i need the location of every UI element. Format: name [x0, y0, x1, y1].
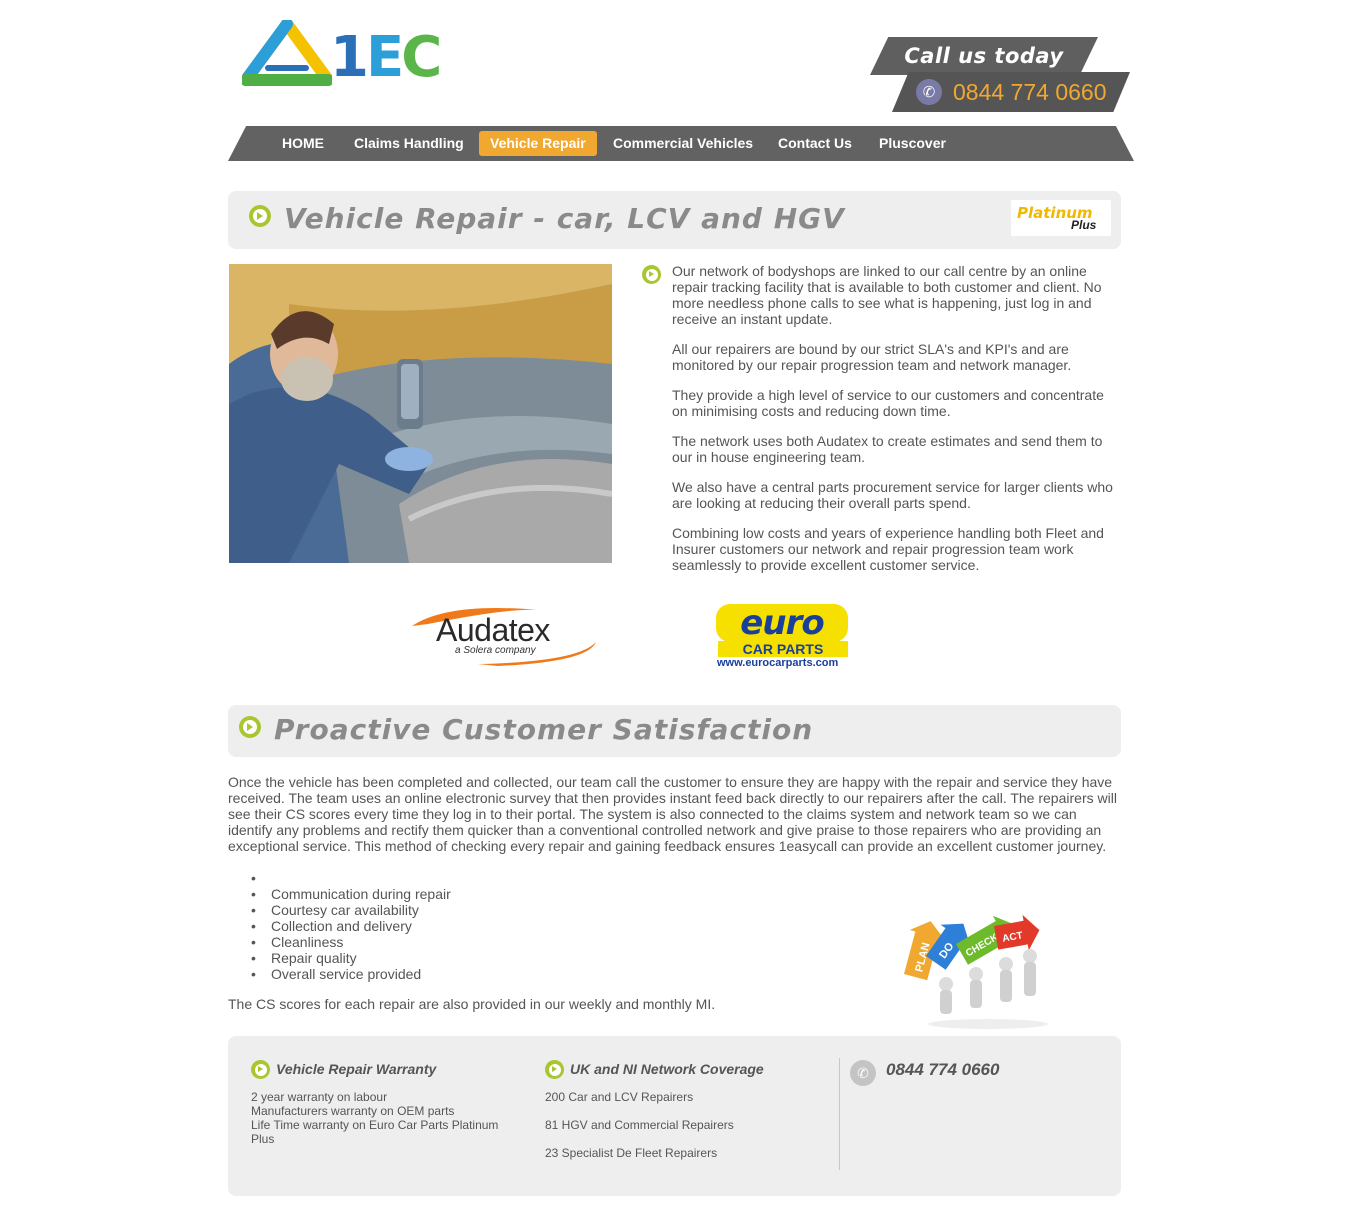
list-item: Overall service provided: [251, 966, 451, 982]
list-item: 200 Car and LCV Repairers: [545, 1090, 694, 1104]
list-item: 2 year warranty on labour: [251, 1090, 388, 1104]
repair-paragraph: The network uses both Audatex to create …: [672, 433, 1103, 465]
header-phone-number[interactable]: 0844 774 0660: [953, 79, 1107, 106]
nav-commercial-vehicles[interactable]: Commercial Vehicles: [602, 131, 764, 156]
arrow-circle-icon: [545, 1060, 564, 1079]
platinum-plus-badge: Platinum Plus: [1011, 200, 1111, 236]
footer-divider: [839, 1058, 840, 1170]
phone-icon: ✆: [850, 1060, 876, 1086]
main-nav: HOME Claims Handling Vehicle Repair Comm…: [228, 126, 1134, 161]
list-item: 23 Specialist De Fleet Repairers: [545, 1146, 718, 1160]
list-item: Manufacturers warranty on OEM parts: [251, 1104, 455, 1118]
coverage-list: 200 Car and LCV Repairers 81 HGV and Com…: [545, 1090, 805, 1174]
list-item: Communication during repair: [251, 886, 451, 902]
arrow-circle-icon: [642, 265, 661, 284]
nav-claims-handling[interactable]: Claims Handling: [343, 131, 475, 156]
logo-triangle-icon: [242, 20, 332, 86]
proactive-title: Proactive Customer Satisfaction: [274, 713, 814, 746]
vehicle-repair-title: Vehicle Repair - car, LCV and HGV: [284, 202, 845, 235]
phone-icon: ✆: [916, 79, 942, 105]
pdca-illustration: PLAN DO CHECK ACT: [898, 912, 1058, 1032]
nav-contact-us[interactable]: Contact Us: [767, 131, 863, 156]
euro-car-parts-logo[interactable]: euro CAR PARTS www.eurocarparts.com: [714, 600, 854, 672]
coverage-title: UK and NI Network Coverage: [570, 1061, 764, 1077]
nav-home[interactable]: HOME: [271, 131, 335, 156]
list-item: [251, 870, 451, 886]
euro-url: www.eurocarparts.com: [717, 657, 839, 669]
audatex-wordmark: Audatex: [436, 612, 550, 648]
footer-phone-number[interactable]: 0844 774 0660: [886, 1060, 999, 1080]
logo-text: 1EC: [330, 25, 442, 90]
list-item: Repair quality: [251, 950, 451, 966]
arrow-circle-icon: [239, 716, 261, 738]
call-us-label: Call us today: [870, 37, 1098, 75]
proactive-text: Once the vehicle has been completed and …: [228, 774, 1121, 854]
audatex-tagline: a Solera company: [455, 645, 536, 656]
list-item: Life Time warranty on Euro Car Parts Pla…: [251, 1118, 499, 1146]
vehicle-repair-text: Our network of bodyshops are linked to o…: [672, 263, 1120, 587]
list-item: 81 HGV and Commercial Repairers: [545, 1118, 734, 1132]
list-item: Collection and delivery: [251, 918, 451, 934]
list-item: Courtesy car availability: [251, 902, 451, 918]
euro-car-parts-text: CAR PARTS: [718, 641, 848, 657]
list-item: Cleanliness: [251, 934, 451, 950]
nav-pluscover[interactable]: Pluscover: [868, 131, 957, 156]
audatex-logo[interactable]: Audatex a Solera company: [408, 602, 600, 668]
repair-paragraph: They provide a high level of service to …: [672, 387, 1104, 419]
vehicle-repair-photo: [229, 264, 612, 563]
arrow-circle-icon: [249, 205, 271, 227]
site-logo[interactable]: 1EC: [242, 20, 442, 90]
call-us-phone-bar[interactable]: ✆ 0844 774 0660: [892, 72, 1130, 112]
warranty-list: 2 year warranty on labour Manufacturers …: [251, 1090, 521, 1146]
euro-wordmark: euro: [716, 604, 848, 642]
repair-paragraph: Combining low costs and years of experie…: [672, 525, 1104, 573]
nav-vehicle-repair[interactable]: Vehicle Repair: [479, 131, 597, 156]
warranty-title: Vehicle Repair Warranty: [276, 1061, 437, 1077]
repair-paragraph: All our repairers are bound by our stric…: [672, 341, 1072, 373]
repair-paragraph: We also have a central parts procurement…: [672, 479, 1113, 511]
page: 1EC Call us today ✆ 0844 774 0660 HOME C…: [228, 0, 1134, 1222]
footer-panel: Vehicle Repair Warranty 2 year warranty …: [228, 1036, 1121, 1196]
proactive-intro: Once the vehicle has been completed and …: [228, 774, 1117, 854]
cs-note: The CS scores for each repair are also p…: [228, 996, 716, 1012]
arrow-circle-icon: [251, 1060, 270, 1079]
repair-paragraph: Our network of bodyshops are linked to o…: [672, 263, 1102, 327]
platinum-badge-sub: Plus: [1071, 218, 1097, 232]
cs-criteria-list: Communication during repair Courtesy car…: [251, 870, 451, 982]
